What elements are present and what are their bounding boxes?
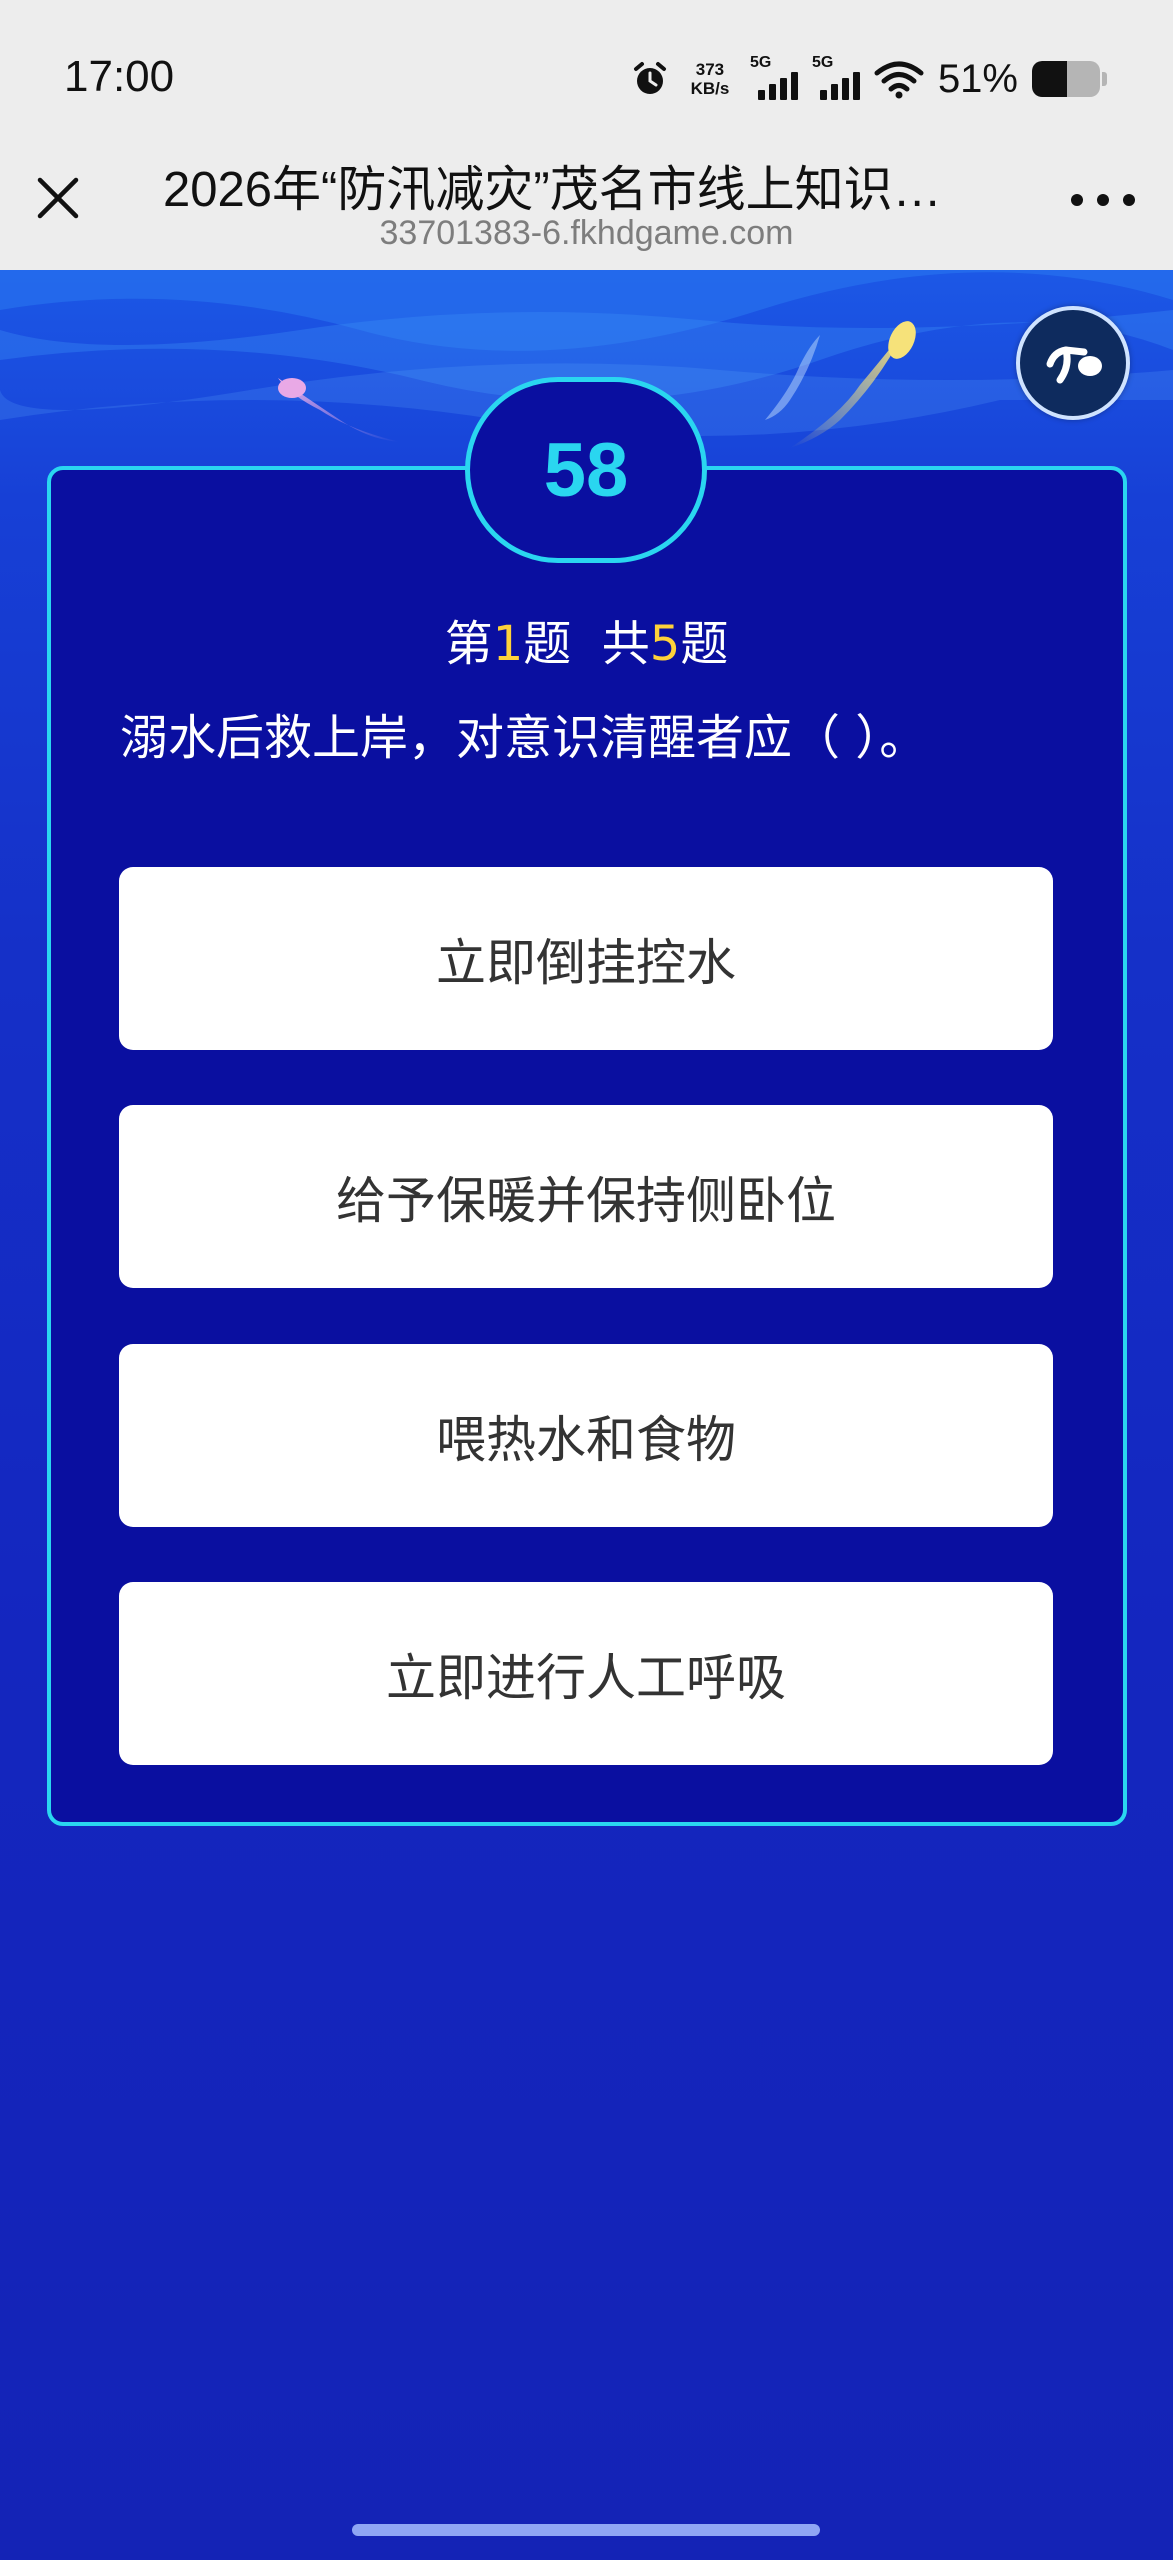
- music-note-icon: [1046, 346, 1102, 384]
- answer-option[interactable]: 立即倒挂控水: [119, 867, 1053, 1050]
- wifi-icon: [874, 61, 924, 99]
- page-title: 2026年“防汛减灾”茂名市线上知识…: [163, 163, 942, 217]
- more-dot: [1071, 194, 1083, 206]
- status-time: 17:00: [64, 52, 175, 101]
- more-dot: [1123, 194, 1135, 206]
- answer-option[interactable]: 喂热水和食物: [119, 1344, 1053, 1527]
- question-progress: 第1题 共5题: [0, 604, 1173, 674]
- title-bar: 2026年“防汛减灾”茂名市线上知识… 33701383-6.fkhdgame.…: [0, 140, 1173, 270]
- answer-option[interactable]: 给予保暖并保持侧卧位: [119, 1105, 1053, 1288]
- quiz-area: 58 第1题 共5题 溺水后救上岸，对意识清醒者应（ ）。 立即倒挂控水 给予保…: [0, 270, 1173, 2560]
- progress-middle: 题 共: [523, 616, 650, 672]
- more-dot: [1097, 194, 1109, 206]
- sim1-label: 5G: [749, 54, 772, 71]
- net-speed: 373 KB/s: [684, 60, 736, 98]
- alarm-icon: [633, 62, 666, 94]
- signal-icon: 5G: [812, 54, 860, 100]
- battery-icon: [1032, 61, 1100, 97]
- status-bar: 17:00 373 KB/s 5G 5G 51%: [0, 0, 1173, 140]
- countdown-timer: 58: [465, 377, 707, 563]
- home-indicator[interactable]: [352, 2524, 820, 2536]
- battery-fill: [1032, 61, 1067, 97]
- page-url: 33701383-6.fkhdgame.com: [379, 214, 794, 252]
- progress-suffix: 题: [680, 616, 729, 672]
- battery-percent: 51%: [937, 56, 1018, 101]
- current-question-number: 1: [492, 616, 524, 672]
- timer-value: 58: [543, 427, 629, 513]
- net-speed-unit: KB/s: [690, 79, 730, 98]
- total-question-count: 5: [649, 616, 681, 672]
- status-icons: 373 KB/s 5G 5G 51%: [630, 54, 1107, 104]
- progress-prefix: 第: [444, 616, 493, 672]
- sim2-label: 5G: [811, 54, 834, 71]
- music-button[interactable]: [1016, 306, 1130, 420]
- answer-option[interactable]: 立即进行人工呼吸: [119, 1582, 1053, 1765]
- net-speed-value: 373: [695, 60, 725, 79]
- more-icon[interactable]: [1071, 190, 1135, 210]
- battery-cap: [1102, 72, 1107, 86]
- question-text: 溺水后救上岸，对意识清醒者应（ ）。: [120, 710, 928, 766]
- signal-icon: 5G: [750, 54, 798, 100]
